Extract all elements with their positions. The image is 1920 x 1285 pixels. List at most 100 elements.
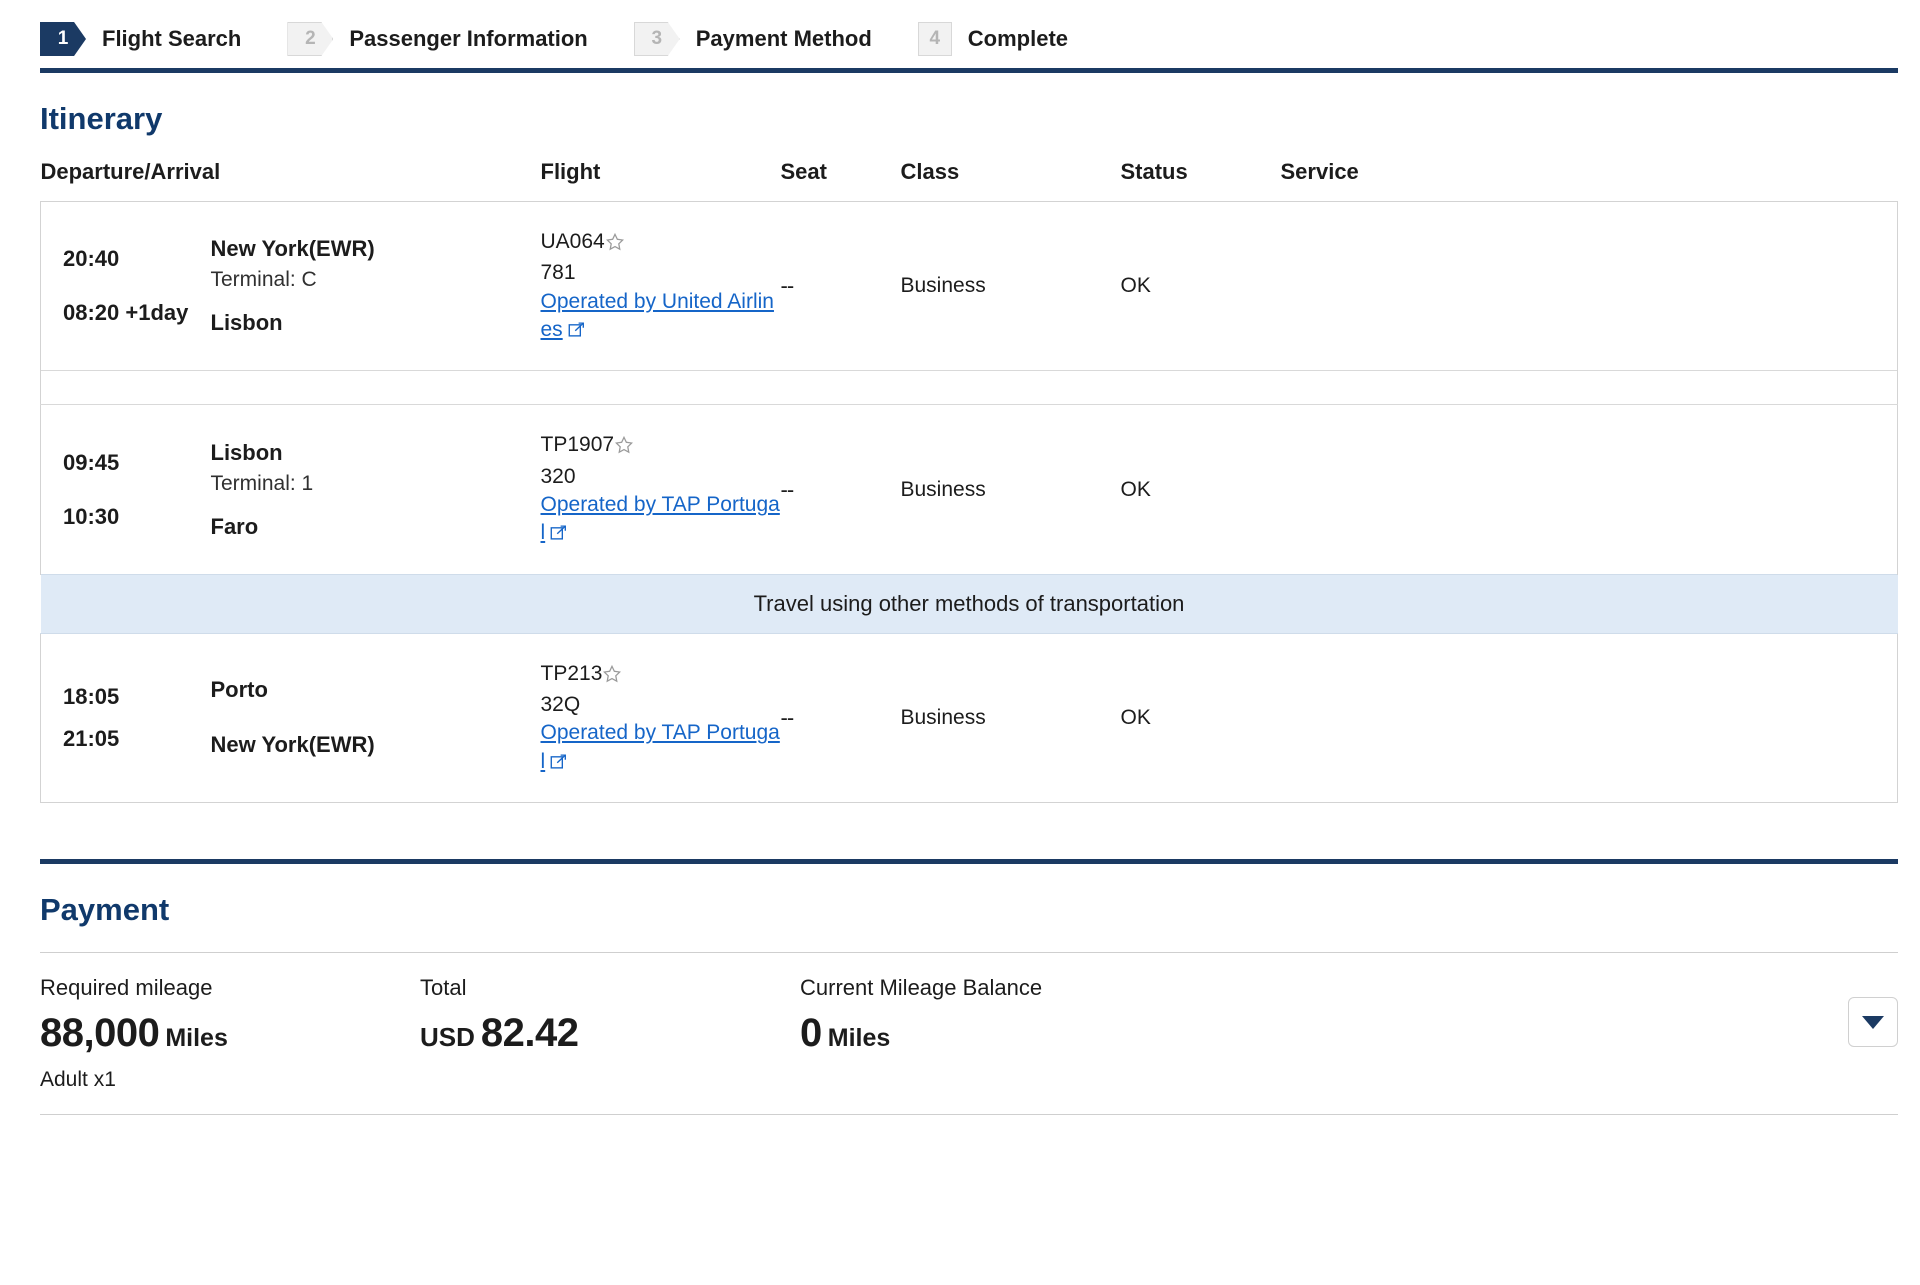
step-progress-bar: 1 Flight Search 2 Passenger Information … [0, 0, 1920, 68]
required-mileage-block: Required mileage 88,000 Miles Adult x1 [40, 975, 420, 1092]
column-header-class: Class [900, 159, 960, 184]
external-link-icon [550, 523, 567, 547]
external-link-icon [550, 752, 567, 776]
segment-status-cell: OK [1120, 274, 1151, 298]
star-icon [605, 231, 624, 259]
segment-class-cell: Business [900, 274, 986, 298]
payment-title: Payment [40, 892, 170, 928]
payment-divider [40, 859, 1898, 865]
required-mileage-unit: Miles [165, 1024, 228, 1053]
segment-seat-cell: -- [781, 202, 901, 371]
required-mileage-value: 88,000 [40, 1011, 160, 1056]
seat-value-2: -- [780, 476, 795, 502]
depart-place-3: Porto [210, 677, 268, 703]
segment-class-cell: Business [900, 477, 986, 501]
operated-by-link-2[interactable]: Operated by TAP Portugal [541, 493, 780, 544]
arrive-time-1: 08:20 [63, 300, 120, 326]
segment-places-cell: Porto New York(EWR) [211, 633, 541, 802]
star-icon [615, 434, 634, 462]
segment-seat-cell: -- [781, 405, 901, 574]
arrive-place-2: Faro [210, 513, 259, 539]
payment-details-toggle-button[interactable] [1848, 997, 1898, 1048]
flight-number-3: TP213 [540, 661, 603, 685]
mileage-balance-unit: Miles [827, 1024, 891, 1053]
depart-terminal-1: Terminal: C [210, 268, 317, 292]
segment-service-cell [1280, 201, 1898, 371]
segment-places-cell: Lisbon Terminal: 1 Faro [211, 405, 541, 574]
mileage-balance-value: 0 [800, 1011, 822, 1056]
column-header-departure-arrival: Departure/Arrival [40, 159, 221, 184]
external-link-icon [568, 320, 585, 344]
segment-separator [40, 370, 1898, 406]
aircraft-type-3: 32Q [540, 693, 581, 717]
segment-status-cell: OK [1120, 705, 1151, 729]
arrive-place-1: Lisbon [210, 310, 283, 336]
depart-place-1: New York(EWR) [210, 236, 375, 262]
passenger-count: Adult x1 [40, 1068, 116, 1092]
step-number-3: 3 [651, 28, 663, 49]
step-item-complete[interactable]: 4 Complete [917, 22, 1069, 56]
arrive-day-offset-1: +1day [125, 300, 189, 326]
segment-class-cell: Business [900, 705, 986, 729]
step-number-2: 2 [305, 28, 316, 49]
total-label: Total [420, 975, 467, 1001]
arrive-time-2: 10:30 [63, 503, 120, 529]
step-number-badge-3: 3 [633, 22, 680, 56]
other-transportation-banner: Travel using other methods of transporta… [40, 573, 1898, 634]
step-label-payment-method: Payment Method [695, 26, 872, 51]
payment-bottom-hairline [40, 1114, 1898, 1116]
flight-number-1: UA064 [540, 230, 605, 253]
step-number-1: 1 [57, 28, 69, 49]
other-transportation-banner-text: Travel using other methods of transporta… [40, 573, 1898, 634]
star-icon [603, 663, 622, 691]
step-number-badge-4: 4 [917, 22, 952, 56]
mileage-balance-label: Current Mileage Balance [800, 975, 1043, 1001]
itinerary-table: Departure/Arrival Flight Seat Class Stat… [40, 159, 1898, 804]
step-item-passenger-information[interactable]: 2 Passenger Information [287, 22, 588, 56]
total-value: 82.42 [480, 1011, 579, 1056]
segment-times-cell: 09:45 10:30 [40, 404, 211, 575]
segment-times-cell: 18:05 21:05 [40, 633, 211, 803]
step-item-flight-search[interactable]: 1 Flight Search [40, 22, 241, 56]
step-label-flight-search: Flight Search [102, 26, 242, 51]
table-row: 09:45 10:30 Lisbon Terminal: 1 Faro TP19… [40, 404, 1898, 575]
required-mileage-label: Required mileage [40, 975, 213, 1001]
segment-times-cell: 20:40 08:20 +1day [40, 201, 211, 371]
depart-time-3: 18:05 [63, 683, 120, 709]
mileage-balance-block: Current Mileage Balance 0 Miles [800, 975, 1848, 1056]
step-number-badge-2: 2 [287, 22, 334, 56]
payment-summary: Required mileage 88,000 Miles Adult x1 To… [0, 953, 1920, 1092]
total-block: Total USD 82.42 [420, 975, 800, 1056]
column-header-service: Service [1280, 159, 1359, 184]
seat-value-1: -- [780, 273, 795, 299]
aircraft-type-1: 781 [540, 261, 576, 285]
step-number-4: 4 [929, 28, 941, 49]
depart-place-2: Lisbon [210, 439, 283, 465]
segment-seat-cell: -- [781, 633, 901, 802]
column-header-seat: Seat [780, 159, 827, 184]
step-label-passenger-information: Passenger Information [349, 26, 588, 51]
itinerary-header-row: Departure/Arrival Flight Seat Class Stat… [41, 159, 1898, 202]
segment-service-cell [1280, 633, 1898, 803]
itinerary-table-wrap: Departure/Arrival Flight Seat Class Stat… [0, 159, 1920, 804]
step-item-payment-method[interactable]: 3 Payment Method [633, 22, 872, 56]
table-row: 18:05 21:05 Porto New York(EWR) TP213 32… [40, 633, 1898, 803]
itinerary-title: Itinerary [40, 101, 163, 136]
column-header-flight: Flight [540, 159, 601, 184]
step-label-complete: Complete [967, 26, 1069, 51]
operated-by-link-3[interactable]: Operated by TAP Portugal [541, 721, 780, 772]
table-row: 20:40 08:20 +1day New York(EWR) Terminal… [40, 201, 1898, 371]
step-number-badge-1: 1 [40, 22, 86, 56]
depart-time-2: 09:45 [63, 449, 120, 475]
segment-flight-cell: UA064 781 Operated by United Airlines [541, 202, 781, 371]
segment-flight-cell: TP1907 320 Operated by TAP Portugal [541, 405, 781, 574]
chevron-down-icon [1862, 1015, 1884, 1029]
segment-places-cell: New York(EWR) Terminal: C Lisbon [211, 202, 541, 371]
column-header-status: Status [1120, 159, 1188, 184]
arrive-place-3: New York(EWR) [210, 732, 375, 758]
aircraft-type-2: 320 [540, 464, 576, 488]
segment-flight-cell: TP213 32Q Operated by TAP Portugal [541, 633, 781, 802]
depart-time-1: 20:40 [63, 246, 120, 272]
booking-page: 1 Flight Search 2 Passenger Information … [0, 0, 1920, 1285]
arrive-time-3: 21:05 [63, 725, 120, 751]
